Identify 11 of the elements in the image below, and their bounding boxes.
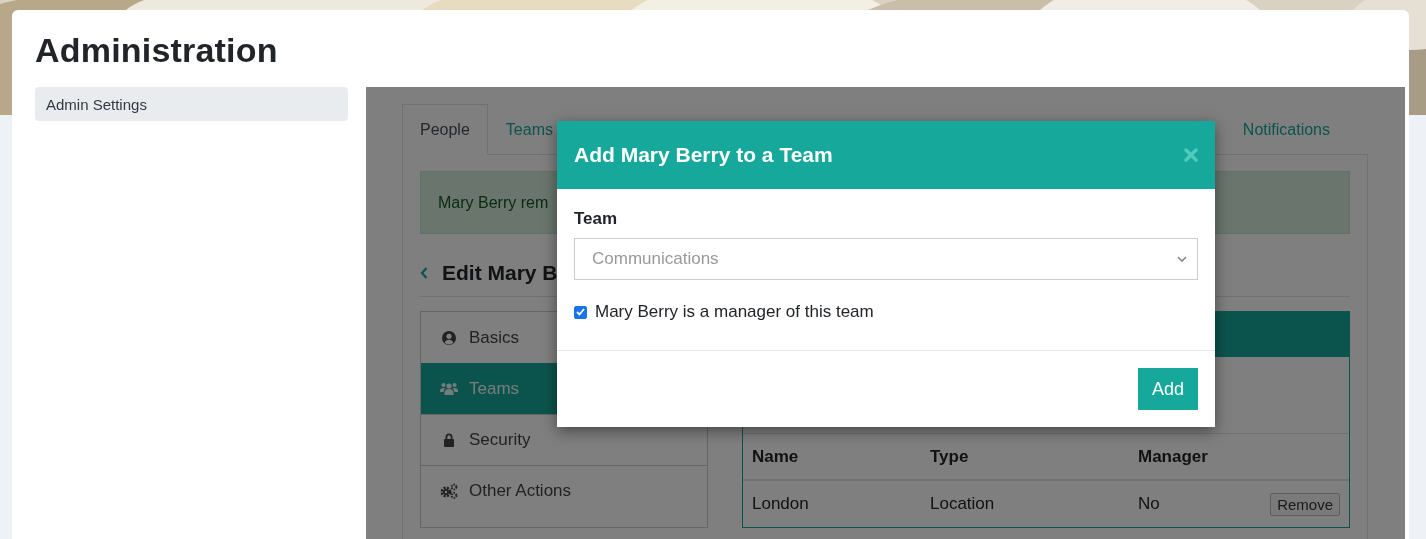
column-header: Name xyxy=(743,434,921,480)
column-header: Type xyxy=(921,434,1129,480)
table-cell: London xyxy=(743,480,921,527)
table-cell: No xyxy=(1129,480,1240,527)
modal-title: Add Mary Berry to a Team xyxy=(574,143,833,167)
field-label: Team xyxy=(574,209,619,229)
checkbox-label: Mary Berry is a manager of this team xyxy=(595,302,874,322)
table-cell: Location xyxy=(921,480,1129,527)
page-title: Administration xyxy=(35,30,279,71)
column-header: Manager xyxy=(1129,434,1240,480)
section-heading: Edit Mary B xyxy=(442,260,558,285)
